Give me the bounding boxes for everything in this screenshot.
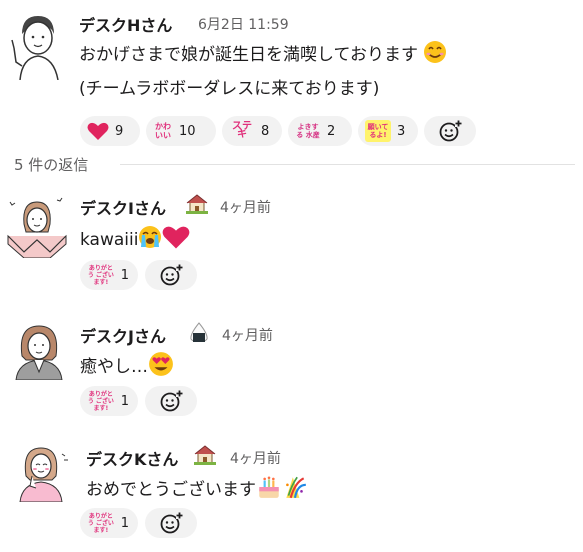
message-line-1: おかげさまで娘が誕生日を満喫しております <box>79 45 418 65</box>
reaction-count: 1 <box>120 393 129 409</box>
reaction-count: 10 <box>179 123 196 139</box>
reaction-suteki[interactable]: ステキ 8 <box>222 116 282 146</box>
negaiteruyo-stamp-icon: 願いて るよ! <box>365 120 391 142</box>
add-emoji-icon <box>159 511 183 535</box>
reaction-yokisuru-suisan[interactable]: よきする 水産 2 <box>288 116 352 146</box>
avatar-desk-j[interactable] <box>8 322 70 380</box>
author-name[interactable]: デスクKさん <box>86 446 178 470</box>
reaction-negaiteruyo[interactable]: 願いて るよ! 3 <box>358 116 418 146</box>
reaction-count: 1 <box>120 515 129 531</box>
message-timestamp[interactable]: 4ヶ月前 <box>230 448 281 468</box>
house-icon <box>186 194 208 218</box>
message-text: おめでとうございます <box>86 474 308 506</box>
reaction-count: 3 <box>397 123 406 139</box>
message-line-2: (チームラボボーダレスに来ております) <box>79 79 380 99</box>
reaction-arigatou[interactable]: ありがとう ございます! 1 <box>80 508 138 538</box>
add-reaction-button[interactable] <box>145 508 197 538</box>
red-heart-icon <box>162 224 190 256</box>
reaction-red-heart[interactable]: 9 <box>80 116 140 146</box>
message-text: kawaiii <box>80 224 190 256</box>
reply-count-label[interactable]: 5 件の返信 <box>14 154 88 175</box>
message-timestamp[interactable]: 4ヶ月前 <box>222 325 273 345</box>
smiling-face-icon <box>423 40 447 70</box>
crying-face-icon <box>138 225 162 255</box>
arigatou-gozaimasu-stamp-icon: ありがとう ございます! <box>87 512 114 534</box>
reaction-arigatou[interactable]: ありがとう ございます! 1 <box>80 260 138 290</box>
add-reaction-button[interactable] <box>145 260 197 290</box>
reaction-count: 2 <box>327 123 336 139</box>
add-reaction-button[interactable] <box>424 116 476 146</box>
add-emoji-icon <box>438 119 462 143</box>
arigatou-gozaimasu-stamp-icon: ありがとう ございます! <box>87 264 114 286</box>
reaction-count: 9 <box>115 123 124 139</box>
reaction-count: 8 <box>261 123 270 139</box>
red-heart-icon <box>87 121 109 141</box>
author-name[interactable]: デスクJさん <box>80 323 166 347</box>
reaction-count: 1 <box>120 267 129 283</box>
kawaii-stamp-icon: かわ いい <box>155 122 171 140</box>
message-text: 癒やし… <box>80 351 174 383</box>
add-emoji-icon <box>159 263 183 287</box>
suteki-stamp-icon: ステキ <box>232 121 252 140</box>
arigatou-gozaimasu-stamp-icon: ありがとう ございます! <box>87 390 114 412</box>
avatar-desk-h[interactable] <box>4 8 64 80</box>
heart-eyes-face-icon <box>148 351 174 383</box>
rice-ball-icon <box>188 322 210 346</box>
yokisuru-suisan-stamp-icon: よきする 水産 <box>296 123 320 139</box>
author-name[interactable]: デスクHさん <box>79 12 172 36</box>
reaction-kawaii[interactable]: かわ いい 10 <box>146 116 216 146</box>
add-emoji-icon <box>159 389 183 413</box>
message-text: おかげさまで娘が誕生日を満喫しております <box>79 40 447 70</box>
message-timestamp[interactable]: 4ヶ月前 <box>220 197 271 217</box>
house-icon <box>194 445 216 469</box>
message-timestamp[interactable]: 6月2日 11:59 <box>198 14 289 34</box>
confetti-ball-icon <box>282 474 308 506</box>
birthday-cake-icon <box>256 474 282 506</box>
avatar-desk-i[interactable] <box>4 192 70 258</box>
thread-divider <box>120 164 575 165</box>
author-name[interactable]: デスクIさん <box>80 195 166 219</box>
reaction-arigatou[interactable]: ありがとう ございます! 1 <box>80 386 138 416</box>
avatar-desk-k[interactable] <box>10 440 72 502</box>
add-reaction-button[interactable] <box>145 386 197 416</box>
